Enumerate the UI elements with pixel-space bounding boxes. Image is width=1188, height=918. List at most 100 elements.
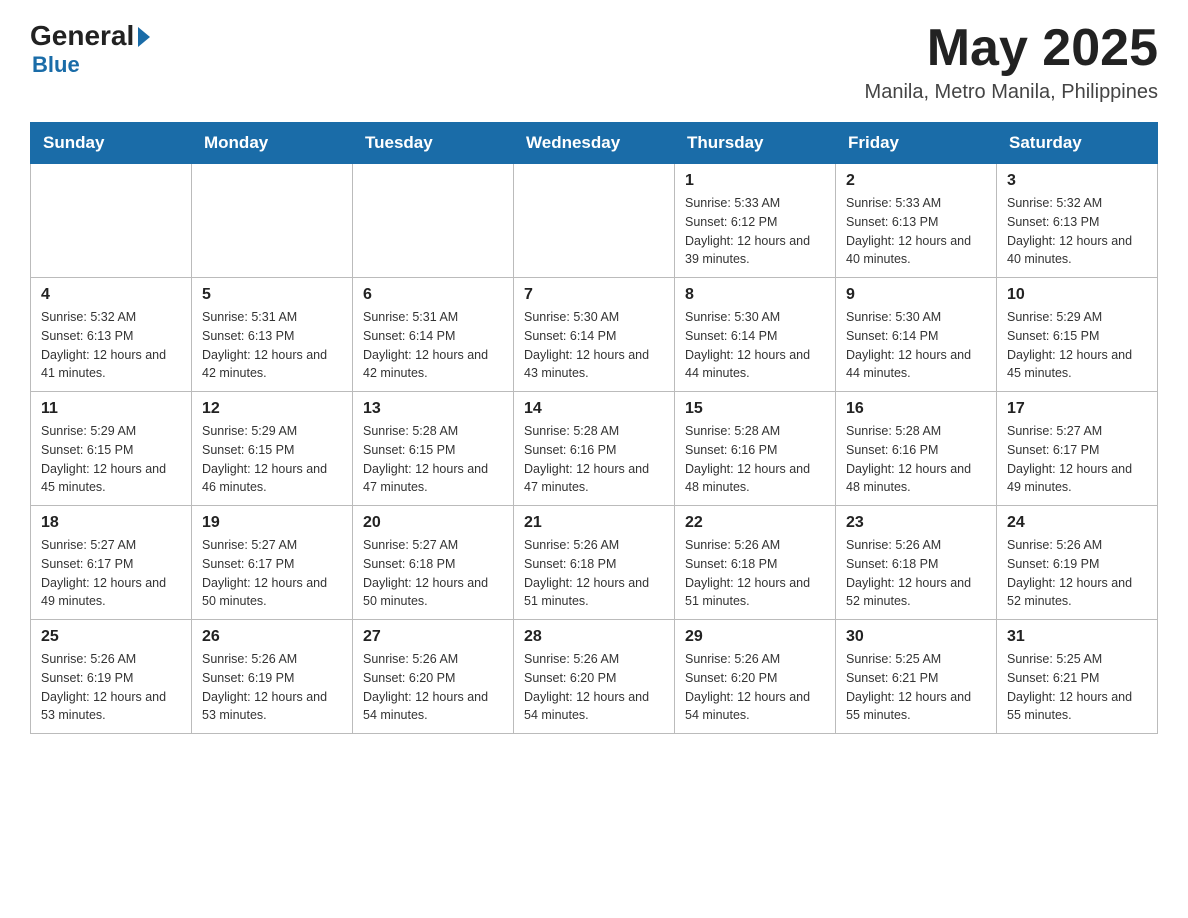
day-info: Sunrise: 5:30 AMSunset: 6:14 PMDaylight:… <box>524 308 664 383</box>
day-info: Sunrise: 5:26 AMSunset: 6:18 PMDaylight:… <box>524 536 664 611</box>
calendar-cell: 9 Sunrise: 5:30 AMSunset: 6:14 PMDaylight… <box>836 278 997 392</box>
day-info: Sunrise: 5:28 AMSunset: 6:16 PMDaylight:… <box>524 422 664 497</box>
calendar-cell: 28Sunrise: 5:26 AMSunset: 6:20 PMDayligh… <box>514 620 675 734</box>
day-number: 15 <box>685 400 825 418</box>
day-info: Sunrise: 5:29 AMSunset: 6:15 PMDaylight:… <box>202 422 342 497</box>
column-header-sunday: Sunday <box>31 123 192 164</box>
day-info: Sunrise: 5:28 AMSunset: 6:16 PMDaylight:… <box>846 422 986 497</box>
week-row-2: 4 Sunrise: 5:32 AMSunset: 6:13 PMDaylight… <box>31 278 1158 392</box>
calendar-cell: 25 Sunrise: 5:26 AMSunset: 6:19 PMDayligh… <box>31 620 192 734</box>
day-number: 24 <box>1007 514 1147 532</box>
day-number: 16 <box>846 400 986 418</box>
column-header-wednesday: Wednesday <box>514 123 675 164</box>
day-number: 30 <box>846 628 986 646</box>
calendar-cell: 12 Sunrise: 5:29 AMSunset: 6:15 PMDayligh… <box>192 392 353 506</box>
day-number: 22 <box>685 514 825 532</box>
day-info: Sunrise: 5:26 AMSunset: 6:20 PMDaylight:… <box>524 650 664 725</box>
header: General Blue May 2025 Manila, Metro Mani… <box>30 20 1158 104</box>
day-number: 17 <box>1007 400 1147 418</box>
day-info: Sunrise: 5:28 AMSunset: 6:15 PMDaylight:… <box>363 422 503 497</box>
day-number: 1 <box>685 172 825 190</box>
day-info: Sunrise: 5:26 AMSunset: 6:19 PMDaylight:… <box>202 650 342 725</box>
week-row-4: 18 Sunrise: 5:27 AMSunset: 6:17 PMDayligh… <box>31 506 1158 620</box>
day-info: Sunrise: 5:26 AMSunset: 6:19 PMDaylight:… <box>41 650 181 725</box>
calendar-cell: 30Sunrise: 5:25 AMSunset: 6:21 PMDayligh… <box>836 620 997 734</box>
calendar-table: SundayMondayTuesdayWednesdayThursdayFrid… <box>30 122 1158 734</box>
calendar-cell: 2 Sunrise: 5:33 AMSunset: 6:13 PMDaylight… <box>836 164 997 278</box>
calendar-cell: 29Sunrise: 5:26 AMSunset: 6:20 PMDayligh… <box>675 620 836 734</box>
calendar-cell: 1 Sunrise: 5:33 AMSunset: 6:12 PMDaylight… <box>675 164 836 278</box>
column-header-monday: Monday <box>192 123 353 164</box>
day-info: Sunrise: 5:26 AMSunset: 6:19 PMDaylight:… <box>1007 536 1147 611</box>
title-area: May 2025 Manila, Metro Manila, Philippin… <box>865 20 1158 104</box>
column-header-saturday: Saturday <box>997 123 1158 164</box>
day-number: 23 <box>846 514 986 532</box>
calendar-cell: 20Sunrise: 5:27 AMSunset: 6:18 PMDayligh… <box>353 506 514 620</box>
calendar-cell: 8 Sunrise: 5:30 AMSunset: 6:14 PMDaylight… <box>675 278 836 392</box>
day-number: 11 <box>41 400 181 418</box>
calendar-cell <box>192 164 353 278</box>
calendar-cell: 4 Sunrise: 5:32 AMSunset: 6:13 PMDaylight… <box>31 278 192 392</box>
day-number: 2 <box>846 172 986 190</box>
day-info: Sunrise: 5:27 AMSunset: 6:17 PMDaylight:… <box>202 536 342 611</box>
calendar-cell: 10 Sunrise: 5:29 AMSunset: 6:15 PMDayligh… <box>997 278 1158 392</box>
day-info: Sunrise: 5:31 AMSunset: 6:13 PMDaylight:… <box>202 308 342 383</box>
day-number: 31 <box>1007 628 1147 646</box>
calendar-cell: 21 Sunrise: 5:26 AMSunset: 6:18 PMDayligh… <box>514 506 675 620</box>
day-info: Sunrise: 5:27 AMSunset: 6:17 PMDaylight:… <box>41 536 181 611</box>
day-info: Sunrise: 5:30 AMSunset: 6:14 PMDaylight:… <box>685 308 825 383</box>
day-number: 7 <box>524 286 664 304</box>
day-info: Sunrise: 5:32 AMSunset: 6:13 PMDaylight:… <box>41 308 181 383</box>
week-row-1: 1 Sunrise: 5:33 AMSunset: 6:12 PMDaylight… <box>31 164 1158 278</box>
calendar-cell: 19 Sunrise: 5:27 AMSunset: 6:17 PMDayligh… <box>192 506 353 620</box>
day-info: Sunrise: 5:29 AMSunset: 6:15 PMDaylight:… <box>1007 308 1147 383</box>
day-number: 12 <box>202 400 342 418</box>
calendar-cell: 3Sunrise: 5:32 AMSunset: 6:13 PMDaylight… <box>997 164 1158 278</box>
day-number: 29 <box>685 628 825 646</box>
day-info: Sunrise: 5:33 AMSunset: 6:12 PMDaylight:… <box>685 194 825 269</box>
logo-general-text: General <box>30 20 134 52</box>
day-number: 4 <box>41 286 181 304</box>
day-number: 25 <box>41 628 181 646</box>
calendar-cell: 6 Sunrise: 5:31 AMSunset: 6:14 PMDaylight… <box>353 278 514 392</box>
day-number: 18 <box>41 514 181 532</box>
day-number: 27 <box>363 628 503 646</box>
day-number: 5 <box>202 286 342 304</box>
calendar-cell: 31 Sunrise: 5:25 AMSunset: 6:21 PMDayligh… <box>997 620 1158 734</box>
calendar-cell <box>514 164 675 278</box>
column-header-friday: Friday <box>836 123 997 164</box>
day-number: 19 <box>202 514 342 532</box>
day-info: Sunrise: 5:26 AMSunset: 6:18 PMDaylight:… <box>846 536 986 611</box>
day-info: Sunrise: 5:28 AMSunset: 6:16 PMDaylight:… <box>685 422 825 497</box>
day-number: 8 <box>685 286 825 304</box>
calendar-cell: 17 Sunrise: 5:27 AMSunset: 6:17 PMDayligh… <box>997 392 1158 506</box>
location-title: Manila, Metro Manila, Philippines <box>865 81 1158 104</box>
week-row-5: 25 Sunrise: 5:26 AMSunset: 6:19 PMDayligh… <box>31 620 1158 734</box>
calendar-cell: 14 Sunrise: 5:28 AMSunset: 6:16 PMDayligh… <box>514 392 675 506</box>
day-info: Sunrise: 5:32 AMSunset: 6:13 PMDaylight:… <box>1007 194 1147 269</box>
day-info: Sunrise: 5:27 AMSunset: 6:17 PMDaylight:… <box>1007 422 1147 497</box>
calendar-cell <box>31 164 192 278</box>
day-number: 14 <box>524 400 664 418</box>
day-info: Sunrise: 5:25 AMSunset: 6:21 PMDaylight:… <box>1007 650 1147 725</box>
calendar-cell: 13Sunrise: 5:28 AMSunset: 6:15 PMDayligh… <box>353 392 514 506</box>
day-number: 21 <box>524 514 664 532</box>
calendar-cell: 26 Sunrise: 5:26 AMSunset: 6:19 PMDayligh… <box>192 620 353 734</box>
day-info: Sunrise: 5:33 AMSunset: 6:13 PMDaylight:… <box>846 194 986 269</box>
day-info: Sunrise: 5:31 AMSunset: 6:14 PMDaylight:… <box>363 308 503 383</box>
column-header-thursday: Thursday <box>675 123 836 164</box>
day-number: 6 <box>363 286 503 304</box>
calendar-cell: 16 Sunrise: 5:28 AMSunset: 6:16 PMDayligh… <box>836 392 997 506</box>
calendar-cell: 23 Sunrise: 5:26 AMSunset: 6:18 PMDayligh… <box>836 506 997 620</box>
day-number: 10 <box>1007 286 1147 304</box>
day-number: 9 <box>846 286 986 304</box>
day-info: Sunrise: 5:30 AMSunset: 6:14 PMDaylight:… <box>846 308 986 383</box>
calendar-cell: 24 Sunrise: 5:26 AMSunset: 6:19 PMDayligh… <box>997 506 1158 620</box>
week-row-3: 11 Sunrise: 5:29 AMSunset: 6:15 PMDayligh… <box>31 392 1158 506</box>
day-number: 20 <box>363 514 503 532</box>
day-number: 26 <box>202 628 342 646</box>
calendar-cell: 15 Sunrise: 5:28 AMSunset: 6:16 PMDayligh… <box>675 392 836 506</box>
calendar-header-row: SundayMondayTuesdayWednesdayThursdayFrid… <box>31 123 1158 164</box>
month-title: May 2025 <box>865 20 1158 77</box>
column-header-tuesday: Tuesday <box>353 123 514 164</box>
